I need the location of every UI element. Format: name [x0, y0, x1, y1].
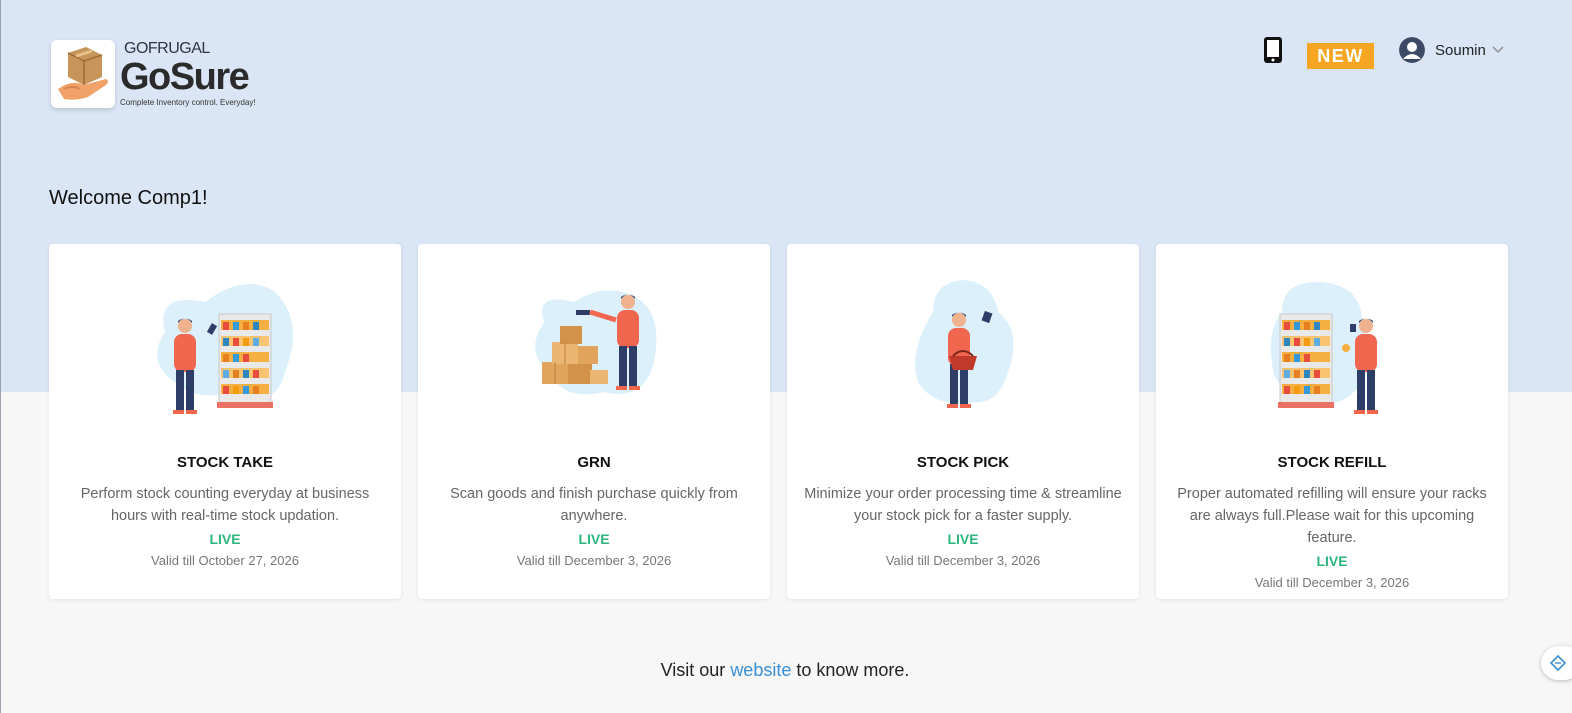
user-name: Soumin	[1435, 41, 1486, 59]
new-badge[interactable]: NEW	[1307, 43, 1374, 69]
status-live: LIVE	[1316, 553, 1348, 569]
footer-suffix: to know more.	[796, 660, 910, 680]
website-link[interactable]: website	[730, 660, 791, 680]
card-description: Scan goods and finish purchase quickly f…	[450, 486, 738, 524]
card-stock-pick[interactable]: STOCK PICK Minimize your order processin…	[787, 244, 1139, 599]
product-name: GoSure	[120, 56, 250, 98]
feature-cards: STOCK TAKE Perform stock counting everyd…	[49, 244, 1508, 599]
box-in-hand-icon	[58, 47, 108, 100]
card-description: Minimize your order processing time & st…	[804, 486, 1122, 524]
card-stock-refill[interactable]: STOCK REFILL Proper automated refilling …	[1156, 244, 1508, 599]
welcome-heading: Welcome Comp1!	[49, 187, 208, 209]
stock-pick-illustration	[915, 280, 1014, 408]
card-description: Perform stock counting everyday at busin…	[80, 486, 370, 524]
logo-mark	[51, 40, 115, 108]
card-title: STOCK REFILL	[1277, 454, 1387, 471]
card-description: Proper automated refilling will ensure y…	[1177, 486, 1487, 546]
valid-till: Valid till December 3, 2026	[885, 553, 1041, 568]
user-menu[interactable]: Soumin	[1399, 36, 1504, 64]
status-live: LIVE	[947, 531, 979, 547]
footer-prefix: Visit our	[660, 660, 726, 680]
stock-take-illustration	[157, 284, 293, 414]
card-title: STOCK TAKE	[176, 454, 274, 471]
valid-till: Valid till December 3, 2026	[1254, 575, 1410, 590]
footer-text: Visit our website to know more.	[1, 660, 1569, 681]
card-stock-take[interactable]: STOCK TAKE Perform stock counting everyd…	[49, 244, 401, 599]
card-title: STOCK PICK	[916, 454, 1010, 471]
status-live: LIVE	[578, 531, 610, 547]
stock-refill-illustration	[1270, 281, 1378, 414]
chevron-down-icon	[1492, 46, 1504, 54]
tagline: Complete Inventory control. Everyday!	[120, 98, 256, 107]
valid-till: Valid till December 3, 2026	[516, 553, 672, 568]
card-grn[interactable]: GRN Scan goods and finish purchase quick…	[418, 244, 770, 599]
diamond-icon	[1549, 654, 1567, 672]
grn-illustration	[535, 290, 657, 395]
card-title: GRN	[577, 454, 611, 471]
valid-till: Valid till October 27, 2026	[151, 553, 299, 568]
floating-widget-button[interactable]	[1541, 646, 1572, 680]
avatar-icon	[1399, 37, 1425, 63]
gosure-logo[interactable]: GOFRUGAL GoSure Complete Inventory contr…	[51, 40, 256, 108]
status-live: LIVE	[209, 531, 241, 547]
mobile-device-icon[interactable]	[1263, 36, 1283, 64]
